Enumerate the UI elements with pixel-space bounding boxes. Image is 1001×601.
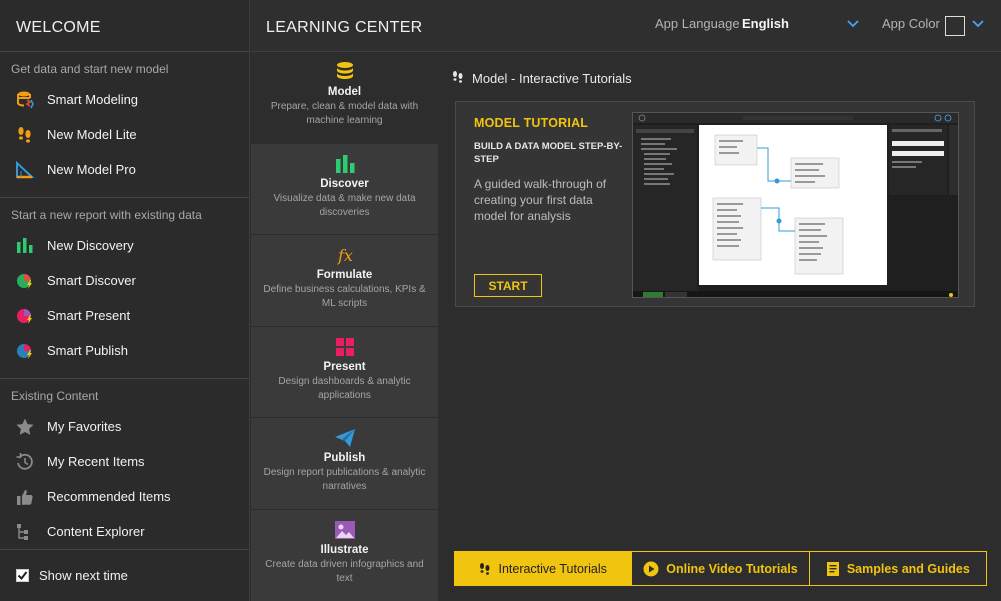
tab-interactive-tutorials[interactable]: Interactive Tutorials [455,552,632,585]
app-color-swatch[interactable] [945,16,965,36]
check-icon [17,571,28,581]
sidebar-item-my-recent-items[interactable]: My Recent Items [0,444,249,479]
category-name: Model [327,86,362,98]
sidebar-item-smart-publish[interactable]: Smart Publish [0,333,249,368]
category-name: Publish [323,452,366,464]
history-icon [15,452,35,472]
section-title: Existing Content [11,389,99,403]
sidebar-item-smart-present[interactable]: Smart Present [0,298,249,333]
section-title: Start a new report with existing data [11,208,202,222]
chevron-down-icon[interactable] [972,20,984,28]
sidebar-item-label: Smart Publish [47,343,128,358]
svg-text:fx: fx [337,246,353,265]
sidebar-item-my-favorites[interactable]: My Favorites [0,409,249,444]
sidebar-item-recommended-items[interactable]: Recommended Items [0,479,249,514]
ruler-triangle-icon [15,160,35,180]
category-formulate[interactable]: fx Formulate Define business calculation… [251,235,438,327]
sidebar-item-label: My Favorites [47,419,122,434]
tree-icon [15,522,35,542]
database-icon [336,62,353,79]
sidebar-section-new-report: Start a new report with existing data Ne… [0,198,249,379]
paper-plane-icon [334,429,355,447]
sidebar-item-content-explorer[interactable]: Content Explorer [0,514,249,549]
sidebar-item-new-discovery[interactable]: New Discovery [0,228,249,263]
category-present[interactable]: Present Design dashboards & analytic app… [251,327,438,418]
thumbs-up-icon [15,487,35,507]
footprints-icon [15,125,35,145]
show-next-time-checkbox[interactable] [16,569,29,582]
tutorial-subtitle: BUILD A DATA MODEL STEP-BY-STEP [474,141,623,165]
category-illustrate[interactable]: Illustrate Create data driven infographi… [251,510,438,601]
show-next-time-toggle[interactable]: Show next time [0,549,249,601]
category-desc: Design dashboards & analytic application… [278,375,411,401]
sidebar-item-new-model-lite[interactable]: New Model Lite [0,117,249,152]
chevron-down-icon[interactable] [847,20,859,28]
category-desc: Create data driven infographics and text [265,558,424,584]
pie-bolt-pink-icon [15,306,35,326]
play-circle-icon [643,561,659,577]
sidebar-item-new-model-pro[interactable]: New Model Pro [0,152,249,187]
tab-online-video-tutorials[interactable]: Online Video Tutorials [631,552,809,585]
category-nav: Model Prepare, clean & model data with m… [251,52,438,601]
book-icon [826,561,840,577]
tutorial-description: A guided walk-through of creating your f… [474,177,607,223]
sidebar-item-label: New Discovery [47,238,134,253]
sidebar-section-new-model: Get data and start new model Smart Model… [0,52,249,198]
category-publish[interactable]: Publish Design report publications & ana… [251,418,438,510]
app-language-select[interactable]: English [742,16,789,31]
page-title: LEARNING CENTER [266,19,423,36]
sidebar-item-smart-modeling[interactable]: Smart Modeling [0,82,249,117]
app-language-label: App Language [655,16,740,31]
section-heading: Model - Interactive Tutorials [452,70,632,87]
app-color-label: App Color [882,16,940,31]
section-title: Get data and start new model [11,62,169,76]
bar-chart-icon [335,154,354,173]
category-desc: Define business calculations, KPIs & ML … [263,284,426,309]
category-desc: Design report publications & analytic na… [263,467,426,492]
sidebar-item-smart-discover[interactable]: Smart Discover [0,263,249,298]
category-model[interactable]: Model Prepare, clean & model data with m… [251,52,438,144]
tab-label: Interactive Tutorials [498,561,607,576]
grid-icon [335,337,354,356]
tab-samples-and-guides[interactable]: Samples and Guides [808,552,986,585]
bar-chart-icon [15,236,35,256]
main-content: Model - Interactive Tutorials MODEL TUTO… [438,52,1001,601]
category-desc: Prepare, clean & model data with machine… [270,101,419,126]
smart-modeling-icon [15,90,35,110]
sidebar-item-label: Smart Discover [47,273,136,288]
learning-center-header: LEARNING CENTER App Language English App… [251,0,1001,52]
tutorial-card: MODEL TUTORIAL BUILD A DATA MODEL STEP-B… [455,101,975,307]
welcome-sidebar: WELCOME Get data and start new model Sma… [0,0,250,601]
footprints-icon [479,562,491,576]
tab-label: Online Video Tutorials [666,561,798,576]
tutorial-tabs: Interactive Tutorials Online Video Tutor… [454,551,987,586]
show-next-time-label: Show next time [39,568,128,583]
sidebar-item-label: Smart Modeling [47,92,139,107]
category-name: Formulate [316,269,373,281]
category-name: Discover [320,177,369,190]
image-icon [334,520,355,539]
fx-icon: fx [337,246,353,265]
category-name: Illustrate [320,543,369,556]
pie-bolt-blue-icon [15,341,35,361]
section-title: Model - Interactive Tutorials [472,71,632,86]
star-icon [15,417,35,437]
category-name: Present [323,360,366,373]
tutorial-preview-image [632,112,959,298]
category-desc: Visualize data & make new data discoveri… [273,192,416,218]
tab-label: Samples and Guides [846,561,970,576]
sidebar-item-label: Content Explorer [47,524,145,539]
sidebar-item-label: New Model Lite [47,127,137,142]
sidebar-item-label: Smart Present [47,308,131,323]
sidebar-title: WELCOME [0,0,249,52]
footprints-icon [452,70,464,87]
category-discover[interactable]: Discover Visualize data & make new data … [251,144,438,235]
start-button[interactable]: START [474,274,542,297]
sidebar-section-existing-content: Existing Content My Favorites My Recent … [0,379,249,559]
pie-bolt-icon [15,271,35,291]
sidebar-item-label: My Recent Items [47,454,145,469]
sidebar-item-label: Recommended Items [47,489,171,504]
tutorial-title: MODEL TUTORIAL [474,116,589,130]
sidebar-item-label: New Model Pro [47,162,136,177]
